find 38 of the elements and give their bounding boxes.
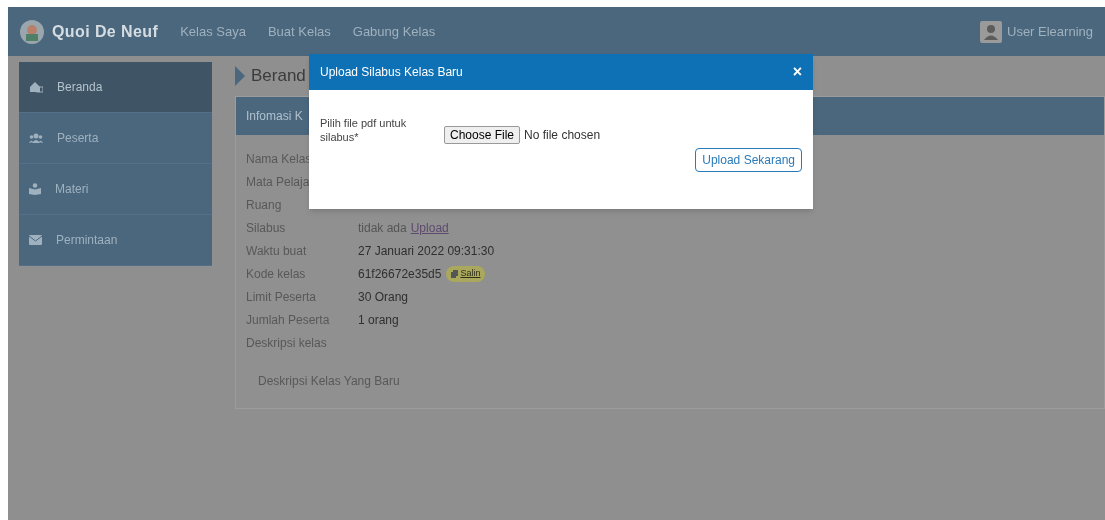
brand-name[interactable]: Quoi De Neuf xyxy=(52,19,159,44)
description-text: Deskripsi Kelas Yang Baru xyxy=(258,374,400,388)
nav-link[interactable]: Kelas Saya xyxy=(180,21,246,42)
upload-link[interactable]: Upload xyxy=(410,218,449,237)
info-label: Mata Pelaja xyxy=(246,173,311,191)
info-label: Waktu buat xyxy=(246,242,308,260)
info-value: 27 Januari 2022 09:31:30 xyxy=(358,242,495,260)
info-label: Ruang xyxy=(246,196,283,214)
sidebar-item[interactable]: Beranda xyxy=(19,62,212,113)
info-value: tidak ada xyxy=(358,219,407,237)
choose-file-button[interactable]: Choose File xyxy=(444,126,521,144)
copy-button[interactable]: Salin xyxy=(446,265,486,282)
info-value: 1 orang xyxy=(358,311,399,329)
upload-button[interactable]: Upload Sekarang xyxy=(695,148,802,172)
home-icon xyxy=(29,81,43,93)
user-avatar-icon xyxy=(980,20,1002,43)
close-button[interactable]: × xyxy=(792,64,802,80)
nav-link[interactable]: Gabung Kelas xyxy=(352,21,436,42)
dialog-title: Upload Silabus Kelas Baru xyxy=(320,64,463,81)
nav-link[interactable]: Buat Kelas xyxy=(267,21,331,42)
file-status: No file chosen xyxy=(524,127,601,144)
title-marker-icon xyxy=(235,66,245,86)
info-value: 61f26672e35d5 xyxy=(358,265,442,283)
info-label: Silabus xyxy=(246,219,287,237)
info-label: Deskripsi kelas xyxy=(246,334,328,352)
info-value: 30 Orang xyxy=(358,288,409,306)
reader-icon xyxy=(29,183,41,195)
logo-icon xyxy=(20,19,44,44)
field-label: Pilih file pdf untuk silabus* xyxy=(320,116,408,144)
page-title: Berand xyxy=(251,65,306,88)
user-name[interactable]: User Elearning xyxy=(1007,21,1093,42)
copy-icon xyxy=(451,269,459,278)
mail-icon xyxy=(29,235,42,245)
info-label: Kode kelas xyxy=(246,265,307,283)
info-label: Limit Peserta xyxy=(246,288,318,306)
card-title: Infomasi K xyxy=(246,108,303,125)
info-label: Jumlah Peserta xyxy=(246,311,331,329)
users-icon xyxy=(29,133,43,143)
